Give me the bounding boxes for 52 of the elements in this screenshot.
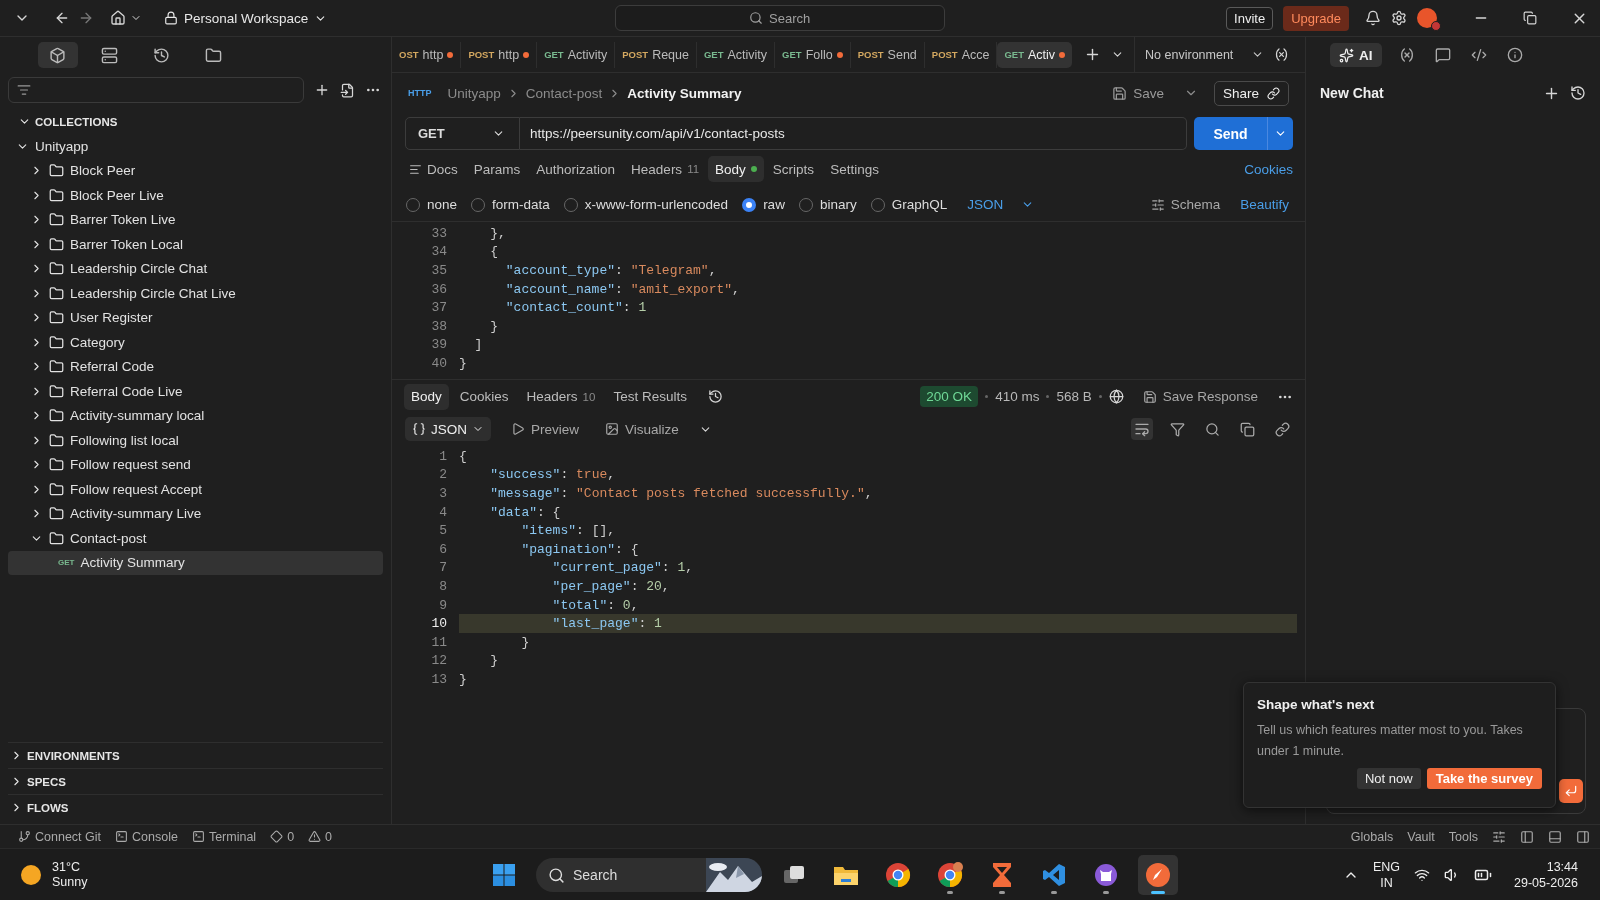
code-line: } [489,652,499,671]
line-number: 40 [430,355,447,371]
line-number: 7 [438,560,447,576]
line-number: 36 [430,281,447,297]
code-line: "success": true, [489,466,617,485]
popup-text: Tell us which features matter most to you. Takes under 1 minute. [1257,722,1524,760]
line-number: 33 [430,225,447,241]
code-line: { [489,243,499,262]
line-number: 34 [430,244,447,260]
code-line: "items": [], [520,522,617,540]
line-number: 4 [438,504,447,520]
code-line: "contact_count": 1 [504,299,648,317]
weather-text: Sunny [52,874,88,890]
line-number: 12 [430,653,447,669]
line-number: 39 [430,337,447,353]
code-line: "pagination": { [520,540,640,559]
chat-title: New Chat [1320,85,1385,101]
line-number: 37 [430,300,447,316]
code-line: "data": { [489,503,562,522]
code-line: "account_type": "Telegram", [504,262,718,280]
code-line: } [489,317,499,336]
code-line: { [459,447,468,466]
temperature: 31°C [52,859,81,875]
line-number: 3 [438,486,447,501]
line-number: 9 [438,597,447,613]
line-number: 11 [430,634,447,650]
line-number: 5 [438,523,447,539]
line-number: 35 [430,263,447,278]
response-size: 568 B [1056,389,1092,404]
code-line: } [520,633,531,652]
code-line: "message": "Contact posts fetched successfully.", [489,485,874,503]
line-number: 10 [430,616,447,632]
request-title: Activity Summary [627,85,742,101]
code-line: "total": 0, [551,596,640,615]
popup-title: Shape what's next [1257,697,1376,712]
line-number: 1 [438,448,447,464]
code-line: } [459,354,468,373]
line-number: 8 [438,578,447,594]
code-line: }, [489,224,507,243]
code-line: "current_page": 1, [551,559,695,578]
code-line: "per_page": 20, [551,577,671,596]
code-line: } [459,670,468,689]
line-number: 6 [438,541,447,557]
code-line: ] [473,336,484,355]
response-time: 410 ms [995,389,1040,404]
code-line: "account_name": "amit_export", [504,280,741,299]
line-number: 38 [430,318,447,334]
protocol-label: HTTP [408,88,432,98]
line-number: 13 [430,671,447,687]
search-placeholder: Search [769,10,811,26]
status-badge: 200 OK [920,386,979,407]
line-number: 2 [438,467,447,483]
